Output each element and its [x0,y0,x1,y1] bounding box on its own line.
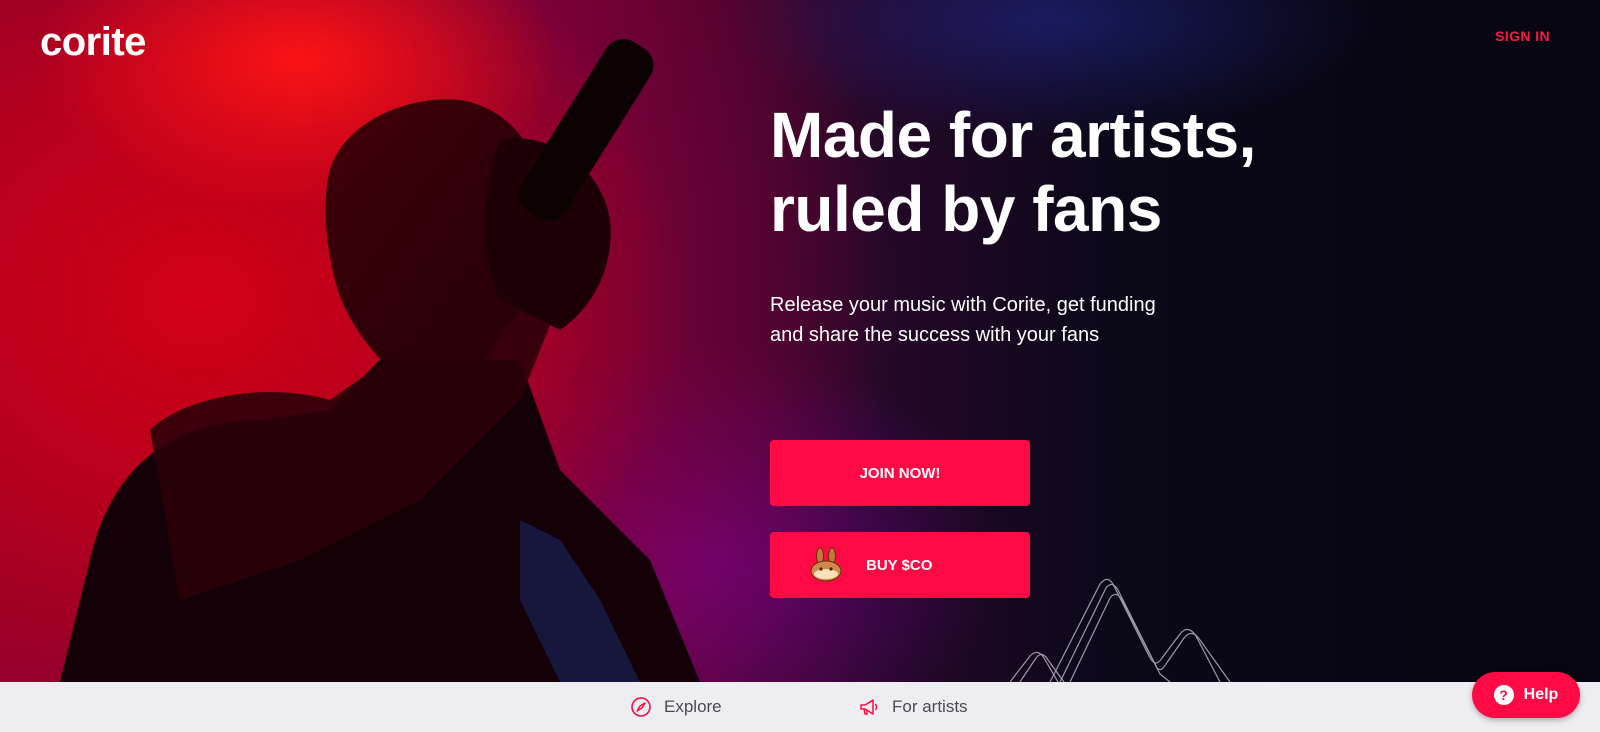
headline-line-2: ruled by fans [770,173,1162,245]
nav-for-artists[interactable]: For artists [858,682,968,732]
corite-logo[interactable]: corite [40,20,146,65]
nav-explore-label: Explore [664,697,722,716]
nav-for-artists-label: For artists [892,697,968,716]
megaphone-icon [860,699,878,715]
singer-photo [60,38,700,682]
subtitle-line-1: Release your music with Corite, get fund… [770,294,1156,316]
headline-line-1: Made for artists, [770,99,1256,171]
sign-in-link[interactable]: SIGN IN [1495,28,1550,44]
subtitle-line-2: and share the success with your fans [770,324,1100,346]
buy-co-button[interactable]: BUY $CO [770,532,1030,598]
compass-icon [631,697,651,717]
bottom-navigation: Explore For artists [0,682,1600,732]
help-button[interactable]: ? Help [1472,672,1580,718]
buy-co-label: BUY $CO [866,556,933,574]
help-label: Help [1523,686,1559,703]
join-now-button[interactable]: JOIN NOW! [770,440,1030,506]
hero-headline: Made for artists, ruled by fans [770,98,1470,246]
hero-section: corite SIGN IN Made for artists, ruled b… [0,0,1600,732]
pancakeswap-bunny-icon [810,547,842,582]
nav-explore[interactable]: Explore [630,682,722,732]
decorative-waveform [1010,578,1231,682]
question-circle-icon: ? [1493,685,1514,705]
hero-subtitle: Release your music with Corite, get fund… [770,290,1230,350]
